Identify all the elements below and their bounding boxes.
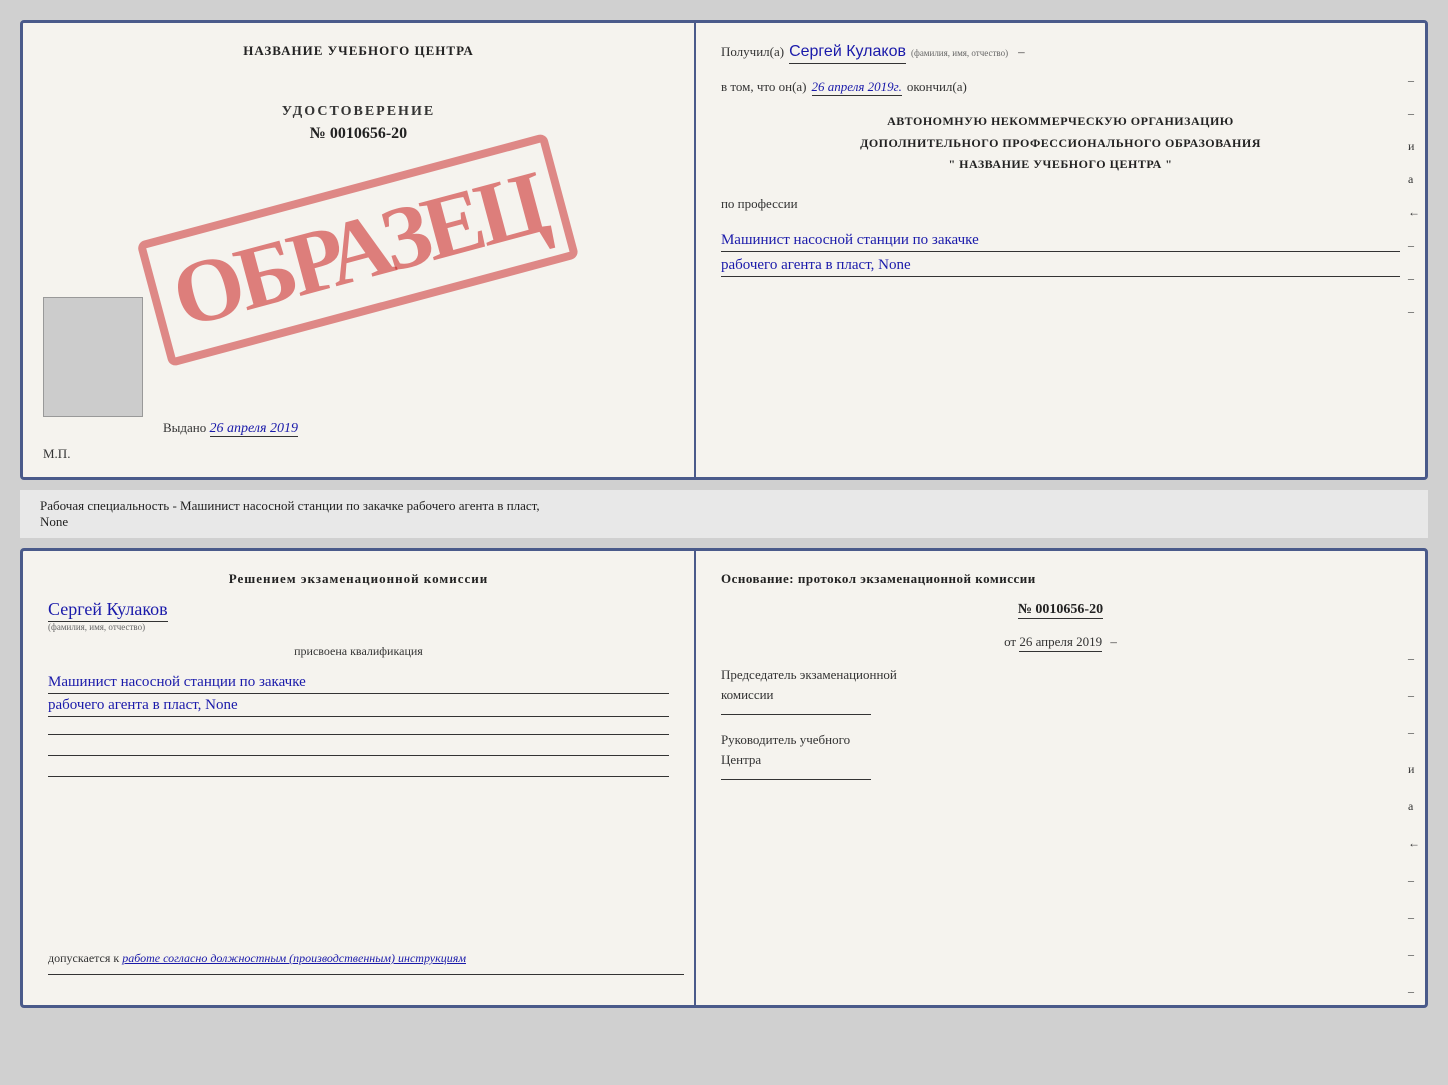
document-1: НАЗВАНИЕ УЧЕБНОГО ЦЕНТРА ОБРАЗЕЦ УДОСТОВ… [20,20,1428,480]
udostoverenie-title: УДОСТОВЕРЕНИЕ [43,104,674,120]
person-block: Сергей Кулаков (фамилия, имя, отчество) [48,599,669,632]
prof-line2: рабочего агента в пласт, None [721,257,1400,277]
predsedatel-label: Председатель экзаменационной [721,665,1400,685]
predsedatel-signature-line [721,714,871,715]
dopuskaetsya-block: допускается к работе согласно должностны… [48,951,684,975]
ot-dash: – [1110,634,1117,649]
dash-r2: – [1408,106,1420,121]
divider-line1: Рабочая специальность - Машинист насосно… [40,498,540,513]
r-dash6: – [1408,947,1420,962]
r-dash3: – [1408,725,1420,740]
dash1: – [1018,44,1025,60]
prof-block: Машинист насосной станции по закачке раб… [721,227,1400,277]
label-i: и [1408,139,1420,154]
r-dash7: – [1408,984,1420,999]
r-dash5: – [1408,910,1420,925]
r-dash2: – [1408,688,1420,703]
ot-date-block: от 26 апреля 2019 – [721,634,1400,650]
rukovoditel-label: Руководитель учебного [721,730,1400,750]
r-dash1: – [1408,651,1420,666]
prisvoena-text: присвоена квалификация [48,644,669,659]
person-name: Сергей Кулаков [48,599,168,622]
line4 [48,974,684,975]
bottom-left: Решением экзаменационной комиссии Сергей… [23,551,696,1005]
resheniem-title: Решением экзаменационной комиссии [48,571,669,587]
osnovanie-title: Основание: протокол экзаменационной коми… [721,571,1400,587]
line2 [48,755,669,756]
ot-date-val: 26 апреля 2019 [1019,634,1102,652]
line3 [48,776,669,777]
vtom-line: в том, что он(а) 26 апреля 2019г. окончи… [721,79,1400,96]
dash-r5: – [1408,304,1420,319]
bottom-right: Основание: протокол экзаменационной коми… [696,551,1425,1005]
protocol-num: № 0010656-20 [1018,602,1103,619]
poluchil-line: Получил(а) Сергей Кулаков (фамилия, имя,… [721,43,1400,64]
mp-block: М.П. [43,446,70,462]
dash-r1: – [1408,73,1420,88]
arrow-label: ← [1408,205,1420,220]
label-a: а [1408,172,1420,187]
vydano-label: Выдано [163,420,206,435]
org-line1: АВТОНОМНУЮ НЕКОММЕРЧЕСКУЮ ОРГАНИЗАЦИЮ [721,111,1400,133]
kval-line2: рабочего агента в пласт, None [48,697,669,717]
left-panel: НАЗВАНИЕ УЧЕБНОГО ЦЕНТРА ОБРАЗЕЦ УДОСТОВ… [23,23,696,477]
org-line2: ДОПОЛНИТЕЛЬНОГО ПРОФЕССИОНАЛЬНОГО ОБРАЗО… [721,133,1400,155]
page-wrapper: НАЗВАНИЕ УЧЕБНОГО ЦЕНТРА ОБРАЗЕЦ УДОСТОВ… [0,0,1448,1085]
dopuskaetsya-label: допускается к [48,951,119,965]
prof-line1: Машинист насосной станции по закачке [721,232,1400,252]
poluchil-name: Сергей Кулаков [789,43,906,64]
komissii-label: комиссии [721,685,1400,705]
org-block: АВТОНОМНУЮ НЕКОММЕРЧЕСКУЮ ОРГАНИЗАЦИЮ ДО… [721,111,1400,176]
centra-label: Центра [721,750,1400,770]
rukovoditel-block: Руководитель учебного Центра [721,730,1400,780]
udostoverenie-block: УДОСТОВЕРЕНИЕ № 0010656-20 [43,104,674,143]
po-professii-label: по профессии [721,196,1400,212]
vtom-date: 26 апреля 2019г. [812,79,902,96]
document-2: Решением экзаменационной комиссии Сергей… [20,548,1428,1008]
line1 [48,734,669,735]
vydano-date: 26 апреля 2019 [210,421,298,437]
r-label-i: и [1408,762,1420,777]
dopusk-text: работе согласно должностным (производств… [122,951,466,965]
poluchil-label: Получил(а) [721,44,784,60]
stamp-overlay: ОБРАЗЕЦ [137,133,580,367]
divider-text: Рабочая специальность - Машинист насосно… [20,490,1428,538]
familiya-label: (фамилия, имя, отчество) [911,48,1008,58]
side-dashes: – – и а ← – – – [1408,73,1420,319]
r-arrow: ← [1408,836,1420,851]
familiya-sublabel: (фамилия, имя, отчество) [48,622,669,632]
photo-placeholder [43,297,143,417]
divider-line2: None [40,514,68,529]
vydano-block: Выдано 26 апреля 2019 [163,420,298,437]
vtom-label: в том, что он(а) [721,79,807,95]
org-name: " НАЗВАНИЕ УЧЕБНОГО ЦЕНТРА " [721,154,1400,176]
udostoverenie-num: № 0010656-20 [43,125,674,143]
dash-r4: – [1408,271,1420,286]
side-dashes-right: – – – и а ← – – – – – [1408,651,1420,1008]
r-label-a: а [1408,799,1420,814]
r-dash4: – [1408,873,1420,888]
ot-label: от [1004,634,1016,649]
predsedatel-block: Председатель экзаменационной комиссии [721,665,1400,715]
center-title: НАЗВАНИЕ УЧЕБНОГО ЦЕНТРА [43,43,674,59]
kval-line1: Машинист насосной станции по закачке [48,674,669,694]
okonchil-label: окончил(а) [907,79,967,95]
kval-block: Машинист насосной станции по закачке раб… [48,671,669,717]
right-panel: Получил(а) Сергей Кулаков (фамилия, имя,… [696,23,1425,477]
dash-r3: – [1408,238,1420,253]
rukovoditel-signature-line [721,779,871,780]
